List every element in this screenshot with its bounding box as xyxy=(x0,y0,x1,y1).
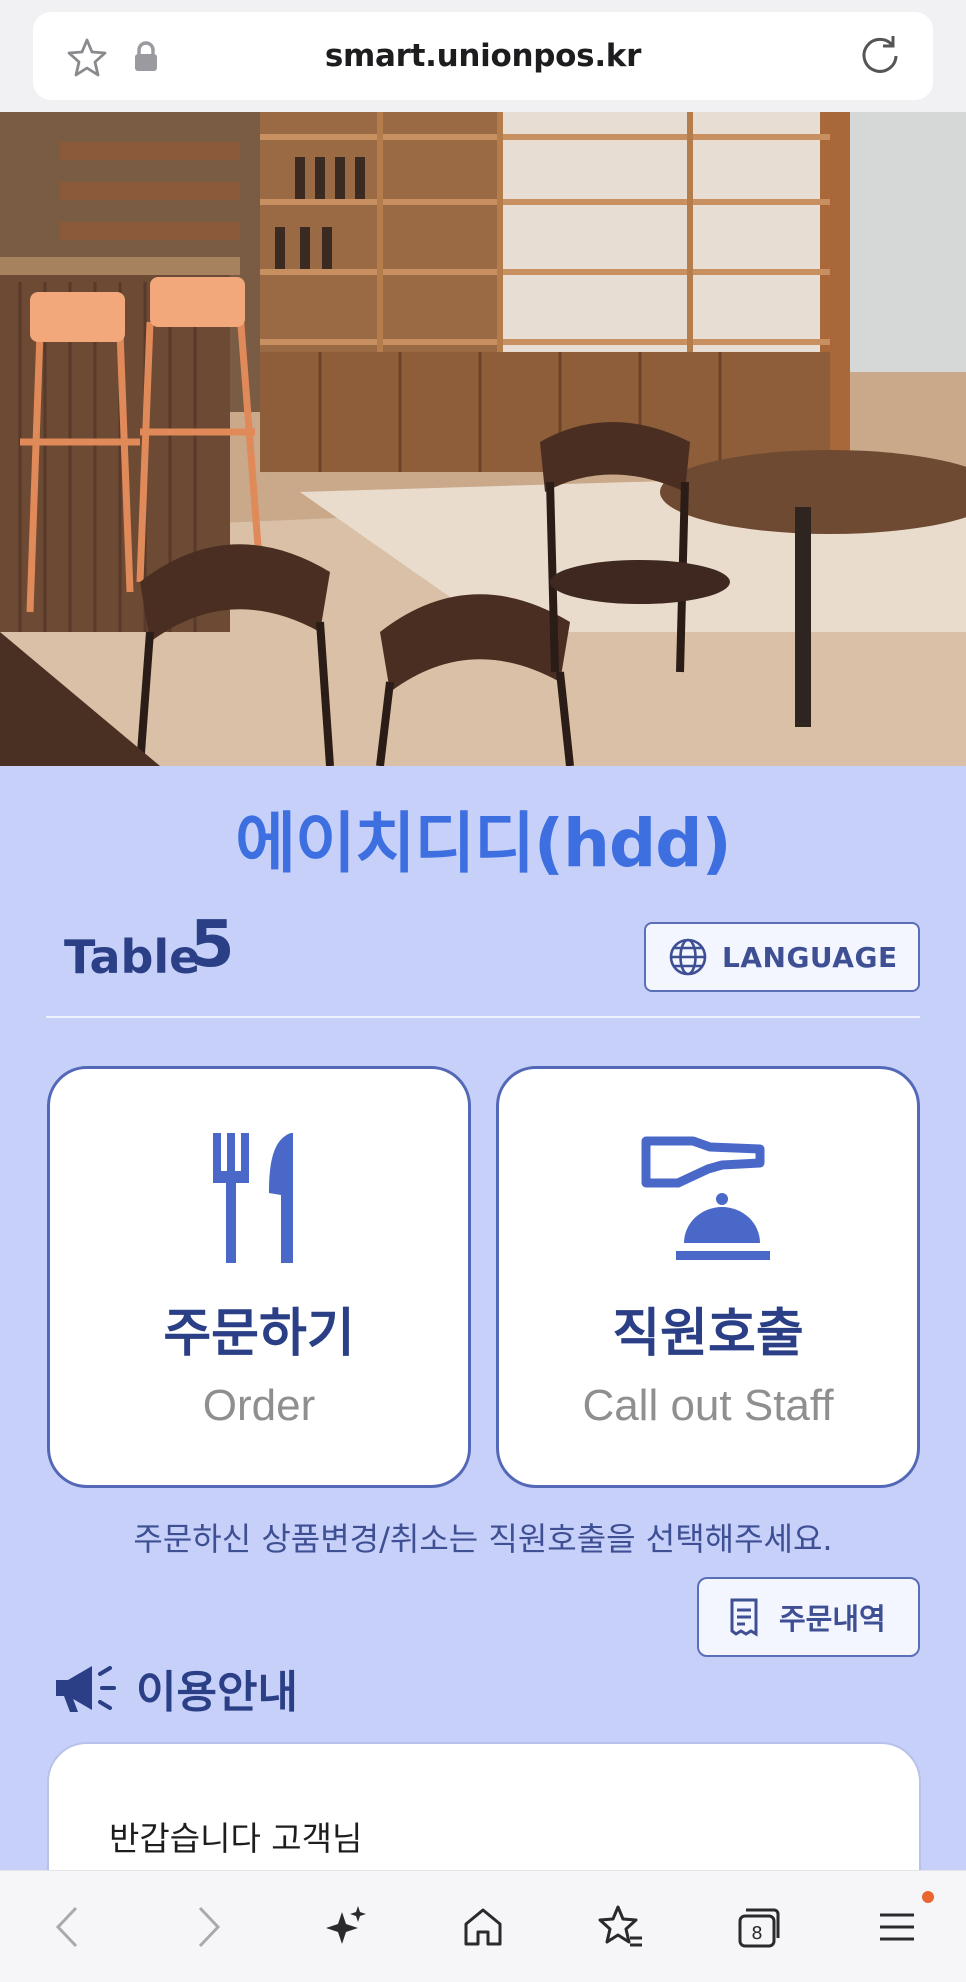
order-card-button[interactable]: 주문하기 Order xyxy=(47,1066,471,1488)
language-button-label: LANGUAGE xyxy=(722,940,898,974)
forward-button[interactable] xyxy=(138,1871,276,1982)
browser-toolbar: smart.unionpos.kr xyxy=(0,0,966,112)
order-history-label: 주문내역 xyxy=(779,1602,886,1636)
notification-dot xyxy=(922,1891,934,1903)
ai-sparkle-button[interactable] xyxy=(276,1871,414,1982)
megaphone-icon xyxy=(56,1666,116,1712)
notice-text: 주문하신 상품변경/취소는 직원호출을 선택해주세요. xyxy=(133,1520,833,1558)
home-icon xyxy=(464,1908,502,1946)
fork-knife-icon xyxy=(213,1133,293,1263)
home-button[interactable] xyxy=(414,1871,552,1982)
star-list-icon xyxy=(598,1905,642,1947)
hand-service-bell-icon xyxy=(641,1136,770,1260)
reload-icon[interactable] xyxy=(857,32,903,78)
chevron-left-icon xyxy=(55,1906,78,1948)
bookmarks-button[interactable] xyxy=(552,1871,690,1982)
address-bar[interactable]: smart.unionpos.kr xyxy=(33,12,933,100)
call-staff-card-subtitle: Call out Staff xyxy=(582,1381,834,1430)
order-card-title: 주문하기 xyxy=(163,1304,355,1364)
url-text[interactable]: smart.unionpos.kr xyxy=(33,12,933,100)
guide-heading: 이용안내 xyxy=(52,1656,298,1720)
globe-icon xyxy=(669,938,707,976)
chevron-right-icon xyxy=(198,1906,221,1948)
table-label: Table xyxy=(64,930,201,984)
tabs-count: 8 xyxy=(751,1923,762,1944)
browser-bottom-nav: 8 xyxy=(0,1870,966,1982)
call-staff-card-button[interactable]: 직원호출 Call out Staff xyxy=(496,1066,920,1488)
tabs-icon: 8 xyxy=(738,1908,780,1948)
store-name: 에이치디디(hdd) xyxy=(235,805,731,882)
guide-text: 반갑습니다 고객님 xyxy=(109,1819,363,1858)
call-staff-card-title: 직원호출 xyxy=(612,1304,804,1364)
order-card-subtitle: Order xyxy=(202,1381,316,1430)
store-hero-image xyxy=(0,112,966,766)
back-button[interactable] xyxy=(0,1871,138,1982)
order-history-button[interactable]: 주문내역 xyxy=(697,1577,920,1657)
guide-heading-label: 이용안내 xyxy=(136,1667,298,1718)
menu-button[interactable] xyxy=(828,1871,966,1982)
tabs-button[interactable]: 8 xyxy=(690,1871,828,1982)
hamburger-menu-icon xyxy=(880,1913,914,1941)
sparkle-icon xyxy=(326,1906,366,1944)
language-button[interactable]: LANGUAGE xyxy=(644,922,920,992)
divider xyxy=(46,1016,920,1018)
receipt-icon xyxy=(730,1598,758,1637)
table-number: 5 xyxy=(190,908,235,982)
